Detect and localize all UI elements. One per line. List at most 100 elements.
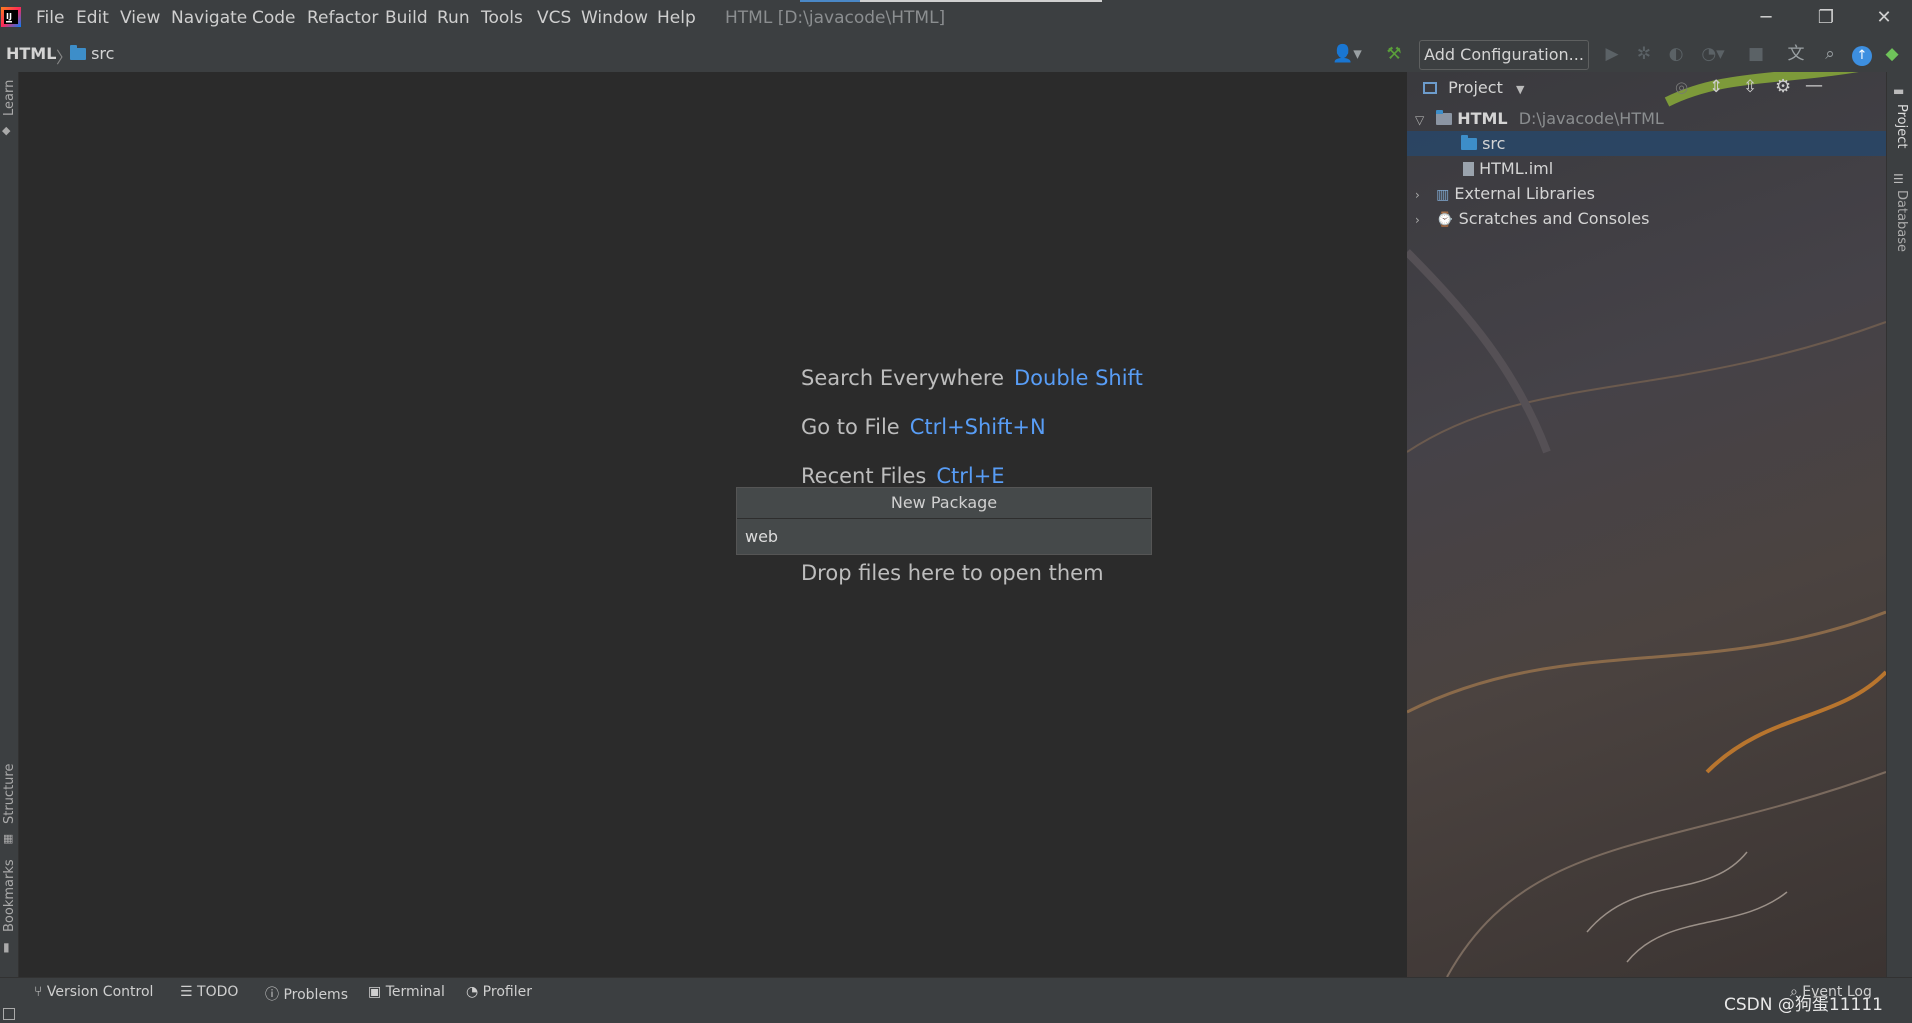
tree-item-label: HTML.iml: [1479, 159, 1554, 178]
tree-item-label: src: [1482, 134, 1506, 153]
editor-empty-area[interactable]: [19, 72, 1407, 977]
coverage-icon[interactable]: ◐: [1664, 43, 1688, 65]
intellij-logo-icon: IJ: [1, 7, 21, 27]
tab-label: TODO: [197, 984, 239, 1000]
menu-file[interactable]: File: [36, 8, 64, 28]
menu-build[interactable]: Build: [385, 8, 428, 28]
project-view-selector[interactable]: Project ▼: [1423, 78, 1524, 97]
hint-recent-files: Recent Files Ctrl+E: [801, 464, 1005, 488]
minimize-icon[interactable]: ─: [1744, 4, 1788, 32]
tab-problems[interactable]: ⓘ Problems: [265, 984, 348, 1004]
build-hammer-icon[interactable]: ⚒: [1382, 43, 1406, 65]
tab-terminal[interactable]: ▣ Terminal: [368, 984, 445, 1000]
plugin-logo-icon[interactable]: ◆: [1880, 43, 1904, 65]
add-configuration-button[interactable]: Add Configuration...: [1419, 40, 1589, 70]
tab-todo[interactable]: ☰ TODO: [180, 984, 238, 1000]
tree-item-html[interactable]: ▽ HTML D:\javacode\HTML: [1407, 106, 1886, 131]
hint-label: Recent Files: [801, 464, 927, 488]
expand-all-icon[interactable]: ⇕: [1709, 77, 1723, 97]
tree-item-label: HTML: [1457, 109, 1508, 128]
menu-tools[interactable]: Tools: [481, 8, 523, 28]
tab-version-control[interactable]: ⑂ Version Control: [34, 984, 153, 1000]
hint-label: Search Everywhere: [801, 366, 1004, 390]
chevron-right-icon: ›: [1415, 188, 1420, 202]
user-account-icon[interactable]: 👤▾: [1330, 43, 1364, 65]
update-icon[interactable]: ↑: [1850, 43, 1874, 66]
title-menu-bar: IJ File Edit View Navigate Code Refactor…: [0, 0, 1912, 36]
breadcrumb-html[interactable]: HTML: [6, 44, 56, 63]
info-icon: ⓘ: [265, 987, 279, 1003]
restore-icon[interactable]: ❐: [1804, 4, 1848, 32]
locate-icon[interactable]: ◎: [1675, 78, 1688, 96]
svg-text:IJ: IJ: [6, 12, 12, 21]
hide-panel-icon[interactable]: —: [1805, 75, 1823, 96]
status-bar: [0, 1007, 1912, 1023]
folder-icon: [70, 45, 86, 60]
chevron-right-icon: ›: [1415, 213, 1420, 227]
learn-icon: ◆: [2, 124, 11, 137]
tab-profiler[interactable]: ◔ Profiler: [466, 984, 532, 1000]
window-title: HTML [D:\javacode\HTML]: [725, 8, 946, 28]
menu-refactor[interactable]: Refactor: [307, 8, 378, 28]
package-name-input[interactable]: [737, 519, 1151, 554]
menu-vcs[interactable]: VCS: [537, 8, 571, 28]
menu-run[interactable]: Run: [437, 8, 470, 28]
menu-help[interactable]: Help: [657, 8, 696, 28]
breadcrumb-src[interactable]: src: [70, 44, 114, 63]
hint-shortcut: Ctrl+E: [936, 464, 1005, 488]
left-tool-strip: Learn ◆ Structure ▦ Bookmarks ▮: [0, 72, 19, 977]
project-view-label: Project: [1448, 78, 1503, 97]
tree-item-external-libraries[interactable]: › ▥ External Libraries: [1407, 181, 1595, 206]
tab-label: Profiler: [482, 984, 532, 1000]
database-tab[interactable]: Database: [1894, 190, 1909, 252]
close-icon[interactable]: ✕: [1862, 4, 1906, 32]
profile-dropdown-icon[interactable]: ◔▾: [1696, 43, 1730, 65]
tree-item-src[interactable]: src: [1407, 131, 1886, 156]
menu-window[interactable]: Window: [581, 8, 648, 28]
structure-icon: ▦: [3, 832, 14, 845]
learn-tab[interactable]: Learn: [2, 80, 17, 116]
stop-icon[interactable]: ■: [1744, 43, 1768, 65]
project-view-icon: [1423, 82, 1437, 94]
tab-label: Problems: [283, 987, 348, 1003]
hint-shortcut: Ctrl+Shift+N: [909, 415, 1046, 439]
navigation-bar: HTML 〉 src: [0, 36, 1912, 73]
chevron-down-icon: ▽: [1415, 113, 1425, 127]
chevron-down-icon: ▼: [1515, 83, 1525, 96]
gear-icon[interactable]: ⚙: [1775, 76, 1791, 97]
terminal-icon: ▣: [368, 984, 382, 1000]
watermark-text: CSDN @狗蛋11111: [1724, 995, 1883, 1015]
list-icon: ☰: [180, 984, 193, 1000]
collapse-all-icon[interactable]: ⇳: [1743, 77, 1757, 97]
folder-icon: [1461, 135, 1477, 150]
debug-icon[interactable]: ✲: [1632, 43, 1656, 65]
scratches-icon: ⌚: [1436, 212, 1454, 228]
toggle-tool-windows-icon[interactable]: [3, 1008, 15, 1020]
structure-tab[interactable]: Structure: [2, 764, 17, 824]
menu-view[interactable]: View: [120, 8, 160, 28]
tree-item-path: D:\javacode\HTML: [1518, 109, 1664, 128]
bookmark-icon: ▮: [3, 940, 10, 954]
menu-code[interactable]: Code: [252, 8, 296, 28]
translate-icon[interactable]: 文: [1784, 43, 1808, 65]
tab-label: Version Control: [46, 984, 154, 1000]
project-tab[interactable]: Project: [1894, 104, 1909, 148]
hint-drop-files: Drop files here to open them: [801, 561, 1104, 585]
database-icon: ☰: [1893, 172, 1904, 186]
right-tool-strip: ▬ Project ☰ Database: [1886, 72, 1912, 977]
project-tab-icon: ▬: [1893, 84, 1905, 98]
menu-navigate[interactable]: Navigate: [171, 8, 247, 28]
tree-item-label: Scratches and Consoles: [1458, 209, 1650, 228]
run-icon[interactable]: ▶: [1600, 43, 1624, 65]
breadcrumb-src-label: src: [91, 44, 115, 63]
search-icon[interactable]: ⌕: [1818, 43, 1842, 65]
module-folder-icon: [1436, 110, 1453, 125]
tree-item-scratches[interactable]: › ⌚ Scratches and Consoles: [1407, 206, 1649, 231]
bookmarks-tab[interactable]: Bookmarks: [2, 859, 17, 932]
tree-item-html-iml[interactable]: HTML.iml: [1407, 156, 1553, 181]
project-tool-window: Project ▼ ◎ ⇕ ⇳ ⚙ — ▽ HTML D:\javacode\H…: [1407, 72, 1886, 977]
bottom-tool-bar: ⑂ Version Control ☰ TODO ⓘ Problems ▣ Te…: [0, 977, 1912, 1008]
menu-edit[interactable]: Edit: [76, 8, 109, 28]
hint-shortcut: Double Shift: [1014, 366, 1143, 390]
title-progress-fill: [800, 0, 860, 2]
